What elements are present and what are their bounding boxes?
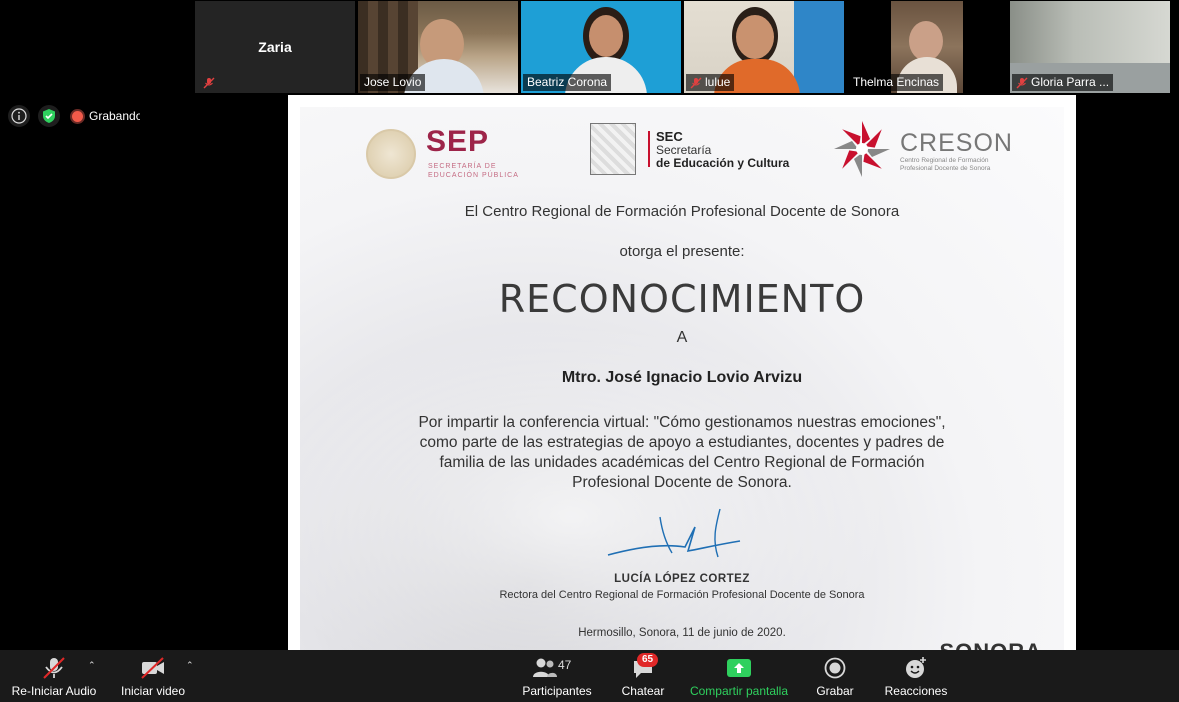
participant-tile-zaria[interactable]: Zaria xyxy=(195,1,355,93)
sonora-crest-icon xyxy=(590,123,636,175)
certificate-place-date: Hermosillo, Sonora, 11 de junio de 2020. xyxy=(578,627,786,639)
security-shield-icon[interactable] xyxy=(38,105,60,127)
sep-logo-title: SEP xyxy=(426,125,490,158)
reactions-button-icon-wrap xyxy=(904,656,928,680)
participants-icon xyxy=(533,658,557,677)
participants-button-label: Participantes xyxy=(522,684,592,698)
recording-dot-icon xyxy=(72,110,83,122)
video-button[interactable]: Iniciar video xyxy=(116,650,190,702)
mic-muted-icon xyxy=(1016,77,1028,89)
info-icon[interactable] xyxy=(8,105,30,127)
meeting-status-bar: Grabando xyxy=(8,105,146,127)
participant-strip: Zaria Jose Lovio Beatriz Corona lulue Th… xyxy=(195,0,1175,94)
certificate-recipient: Mtro. José Ignacio Lovio Arvizu xyxy=(561,369,803,386)
participants-count: 47 xyxy=(558,658,572,672)
participant-tile-jose-lovio[interactable]: Jose Lovio xyxy=(358,1,518,93)
certificate-issuer: El Centro Regional de Formación Profesio… xyxy=(464,203,900,220)
shared-screen: SEP SECRETARÍA DE EDUCACIÓN PÚBLICA SEC … xyxy=(140,95,1179,667)
record-button[interactable]: Grabar xyxy=(812,650,858,702)
sec-logo: SEC Secretaría de Educación y Cultura xyxy=(590,121,790,181)
mexico-seal-icon xyxy=(366,129,416,179)
meeting-toolbar: Re-Iniciar Audio ⌃ Iniciar video ⌃ 47 Pa… xyxy=(0,650,1179,702)
chat-unread-badge: 65 xyxy=(637,653,659,667)
record-icon xyxy=(824,657,846,679)
creson-logo: CRESON Centro Regional de Formación Prof… xyxy=(832,119,1012,183)
video-button-icon-wrap xyxy=(139,656,167,680)
participant-tile-gloria-parra[interactable]: Gloria Parra ... xyxy=(1010,1,1170,93)
shared-document-page: SEP SECRETARÍA DE EDUCACIÓN PÚBLICA SEC … xyxy=(288,95,1076,667)
creson-star-icon xyxy=(834,121,890,177)
signer-role: Rectora del Centro Regional de Formación… xyxy=(499,589,865,601)
mic-muted-icon xyxy=(203,77,215,89)
reactions-smiley-icon xyxy=(906,657,926,678)
participant-name-label: Jose Lovio xyxy=(360,74,426,91)
certificate-heading: RECONOCIMIENTO xyxy=(498,277,866,321)
participant-name-text: Gloria Parra ... xyxy=(1031,75,1110,89)
audio-button[interactable]: Re-Iniciar Audio xyxy=(8,650,100,702)
reactions-button[interactable]: Reacciones xyxy=(882,650,950,702)
share-screen-button[interactable]: Compartir pantalla xyxy=(686,650,792,702)
participants-button-icon-wrap: 47 xyxy=(532,656,582,680)
chat-button-icon-wrap: 65 xyxy=(623,653,663,680)
share-screen-label: Compartir pantalla xyxy=(689,684,789,698)
participant-name-text: lulue xyxy=(705,75,731,89)
sep-logo-subtitle: SECRETARÍA DE EDUCACIÓN PÚBLICA xyxy=(428,163,519,179)
mic-off-icon xyxy=(43,657,65,679)
certificate-to: A xyxy=(676,329,688,346)
chat-button-label: Chatear xyxy=(621,684,665,698)
audio-button-icon-wrap xyxy=(41,656,67,680)
recording-label: Grabando xyxy=(89,109,143,123)
participant-name-label: Beatriz Corona xyxy=(523,74,612,91)
mic-muted-icon xyxy=(690,77,702,89)
participants-button[interactable]: 47 Participantes xyxy=(518,650,596,702)
share-screen-icon xyxy=(727,659,751,677)
chat-button[interactable]: 65 Chatear xyxy=(618,650,668,702)
certificate-body: Por impartir la conferencia virtual: "Có… xyxy=(418,414,946,491)
video-options-chevron-icon[interactable]: ⌃ xyxy=(186,660,194,671)
share-screen-icon-wrap xyxy=(726,656,752,680)
creson-logo-title: CRESON xyxy=(900,129,1013,157)
creson-logo-subtitle: Centro Regional de Formación Profesional… xyxy=(900,157,991,172)
participant-name-center: Zaria xyxy=(258,39,292,55)
sep-logo: SEP SECRETARÍA DE EDUCACIÓN PÚBLICA xyxy=(366,125,536,185)
participant-name-label: Thelma Encinas xyxy=(849,74,944,91)
participant-tile-lulue[interactable]: lulue xyxy=(684,1,844,93)
video-off-icon xyxy=(141,657,164,679)
reactions-button-label: Reacciones xyxy=(884,684,948,698)
signature-icon xyxy=(607,508,741,558)
sec-logo-title: SEC xyxy=(656,129,683,144)
participant-tile-beatriz-corona[interactable]: Beatriz Corona xyxy=(521,1,681,93)
record-button-icon-wrap xyxy=(824,656,846,680)
sec-logo-line2: de Educación y Cultura xyxy=(656,156,790,170)
record-button-label: Grabar xyxy=(816,684,854,698)
certificate: SEP SECRETARÍA DE EDUCACIÓN PÚBLICA SEC … xyxy=(300,107,1064,667)
video-button-label: Iniciar video xyxy=(120,684,186,698)
participant-muted-indicator xyxy=(199,74,219,91)
sec-logo-divider xyxy=(648,131,650,167)
sec-logo-line1: Secretaría xyxy=(656,143,712,157)
recording-indicator[interactable]: Grabando xyxy=(68,105,146,127)
audio-options-chevron-icon[interactable]: ⌃ xyxy=(88,660,96,671)
participant-tile-thelma-encinas[interactable]: Thelma Encinas xyxy=(847,1,1007,93)
participant-name-label: lulue xyxy=(686,74,735,91)
signer-name: LUCÍA LÓPEZ CORTEZ xyxy=(614,573,750,585)
participant-name-label: Gloria Parra ... xyxy=(1012,74,1114,91)
certificate-grants: otorga el presente: xyxy=(619,243,745,260)
audio-button-label: Re-Iniciar Audio xyxy=(11,684,97,698)
